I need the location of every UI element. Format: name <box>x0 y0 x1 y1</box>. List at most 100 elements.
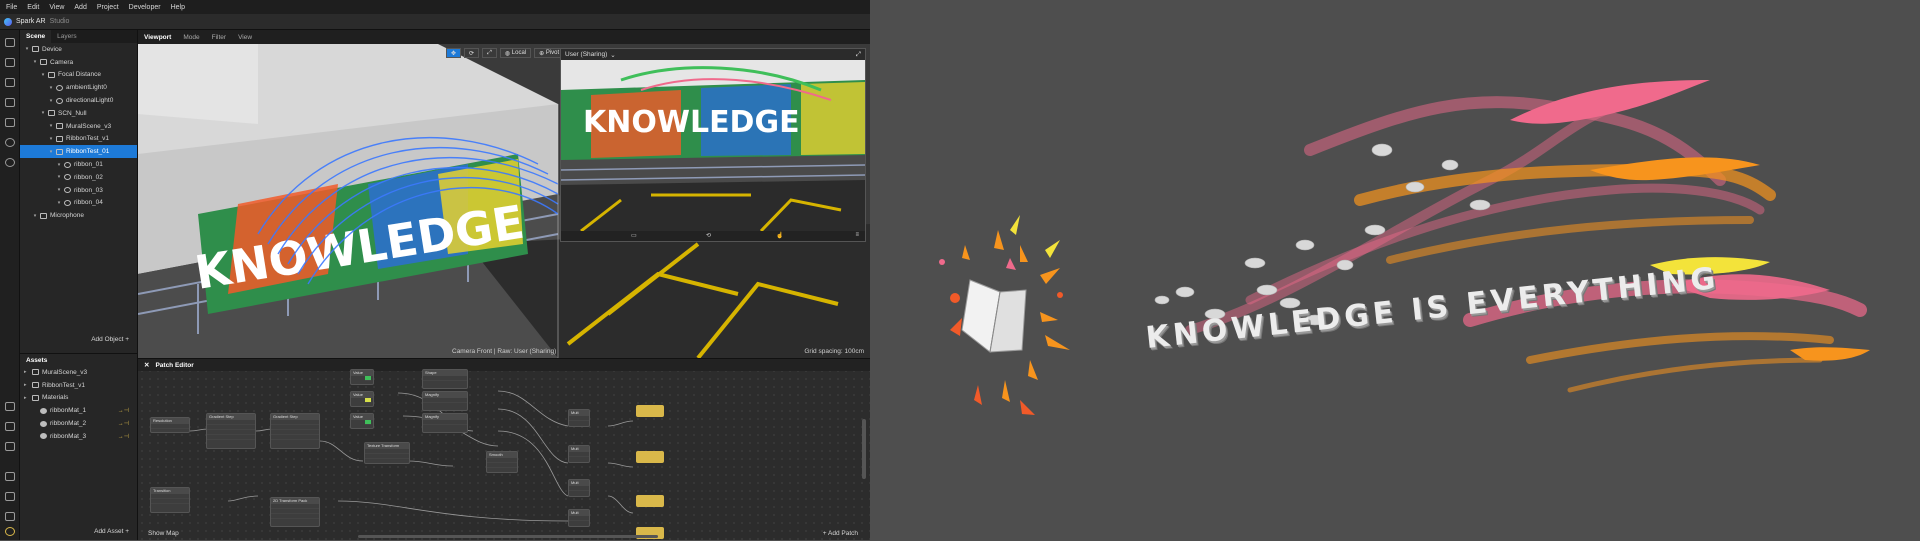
close-icon[interactable]: ✕ <box>144 361 149 369</box>
chevron-down-icon[interactable]: ▾ <box>48 85 54 91</box>
message-icon[interactable] <box>5 512 15 521</box>
chevron-down-icon[interactable]: ▾ <box>32 213 38 219</box>
patch-node[interactable]: Shape <box>422 369 468 389</box>
chevron-down-icon[interactable]: ▾ <box>48 98 54 104</box>
patch-node[interactable]: Texture Transform <box>364 442 410 464</box>
chevron-down-icon[interactable]: ▾ <box>56 200 62 206</box>
scene-tree-item[interactable]: ▾ RibbonTest_v1 <box>20 133 137 146</box>
scene-tree-item[interactable]: ▾ ribbon_04 <box>20 197 137 210</box>
tab-viewport[interactable]: Viewport <box>144 34 171 41</box>
chevron-down-icon[interactable]: ▾ <box>48 136 54 142</box>
patch-node[interactable]: Magnify <box>422 413 468 433</box>
scene-tree-item[interactable]: ▾ ribbon_03 <box>20 184 137 197</box>
tab-layers[interactable]: Layers <box>51 30 83 43</box>
scene-tree-item[interactable]: ▾ ambientLight0 <box>20 81 137 94</box>
move-tool-icon[interactable]: ✥ <box>446 48 462 58</box>
export-icon[interactable] <box>5 442 15 451</box>
local-toggle[interactable]: ◍ Local <box>499 48 532 58</box>
simulator-preview[interactable]: User (Sharing) ⌄ ⤢ KNOWLEDGE ▭ ⟲ ☝ ≡ <box>560 48 866 242</box>
scene-tree-item[interactable]: ▾ Camera <box>20 56 137 69</box>
asset-item[interactable]: ▸ MuralScene_v3 <box>20 366 137 379</box>
expand-icon[interactable]: ⤢ <box>856 51 861 59</box>
patch-node[interactable]: Transition <box>150 487 190 513</box>
chevron-down-icon[interactable]: ⌄ <box>610 51 615 59</box>
material-output-node[interactable] <box>636 495 664 507</box>
tab-mode[interactable]: Mode <box>183 34 199 41</box>
pause-icon[interactable] <box>5 98 15 107</box>
tab-filter[interactable]: Filter <box>212 34 226 41</box>
menu-add[interactable]: Add <box>74 4 86 11</box>
scene-tree-item[interactable]: ▾ RibbonTest_01 <box>20 145 137 159</box>
chevron-down-icon[interactable]: ▾ <box>40 72 46 78</box>
tab-scene[interactable]: Scene <box>20 30 52 43</box>
link-icon[interactable]: →⊣ <box>118 420 129 427</box>
patch-node[interactable]: Mult <box>568 409 590 427</box>
chevron-right-icon[interactable]: ▸ <box>24 395 30 401</box>
patch-node[interactable]: Mult <box>568 509 590 527</box>
add-object-button[interactable]: Add Object + <box>91 336 129 343</box>
link-icon[interactable]: →⊣ <box>118 407 129 414</box>
patch-node[interactable]: Gradient Step <box>206 413 256 449</box>
chevron-down-icon[interactable]: ▾ <box>48 149 54 155</box>
patch-node[interactable]: Gradient Step <box>270 413 320 449</box>
asset-item[interactable]: ribbonMat_1 →⊣ <box>20 404 137 417</box>
asset-item[interactable]: ▸ RibbonTest_v1 <box>20 379 137 392</box>
chevron-down-icon[interactable]: ▾ <box>32 59 38 65</box>
scene-tree-item[interactable]: ▾ ribbon_02 <box>20 171 137 184</box>
chevron-down-icon[interactable]: ▾ <box>56 174 62 180</box>
scene-tree-item[interactable]: ▾ MuralScene_v3 <box>20 120 137 133</box>
touch-icon[interactable]: ☝ <box>776 232 783 239</box>
patch-node[interactable]: Value <box>350 369 374 385</box>
refresh-icon[interactable] <box>5 138 15 147</box>
material-output-node[interactable] <box>636 405 664 417</box>
material-output-node[interactable] <box>636 451 664 463</box>
menu-help[interactable]: Help <box>171 4 185 11</box>
stop-icon[interactable] <box>5 118 15 127</box>
scene-tree-item[interactable]: ▾ Microphone <box>20 209 137 222</box>
upload-icon[interactable] <box>5 402 15 411</box>
patch-node[interactable]: Resolution <box>150 417 190 433</box>
document-icon[interactable] <box>5 472 15 481</box>
scene-tree-item[interactable]: ▾ ribbon_01 <box>20 158 137 171</box>
search-icon[interactable] <box>5 158 15 167</box>
patch-node[interactable]: 2D Transform Pack <box>270 497 320 527</box>
show-map-button[interactable]: Show Map <box>148 530 179 537</box>
patch-node[interactable]: Mult <box>568 479 590 497</box>
scale-tool-icon[interactable]: ⤢ <box>482 48 497 58</box>
patch-node[interactable]: Mult <box>568 445 590 463</box>
patch-node[interactable]: Magnify <box>422 391 468 411</box>
login-icon[interactable] <box>5 422 15 431</box>
chevron-down-icon[interactable]: ▾ <box>40 110 46 116</box>
menu-file[interactable]: File <box>6 4 17 11</box>
asset-item[interactable]: ribbonMat_3 →⊣ <box>20 430 137 443</box>
video-icon[interactable]: ▭ <box>631 232 637 239</box>
patch-node[interactable]: Value <box>350 391 374 407</box>
add-asset-button[interactable]: Add Asset + <box>94 528 129 535</box>
chevron-right-icon[interactable]: ▸ <box>24 369 30 375</box>
patch-scrollbar[interactable] <box>862 419 866 479</box>
asset-item[interactable]: ▸ Materials <box>20 392 137 405</box>
scene-tree-item[interactable]: ▾ Focal Distance <box>20 69 137 82</box>
video-icon[interactable] <box>5 58 15 67</box>
scene-tree-item[interactable]: ▾ directionalLight0 <box>20 94 137 107</box>
link-icon[interactable]: →⊣ <box>118 433 129 440</box>
asset-item[interactable]: ribbonMat_2 →⊣ <box>20 417 137 430</box>
menu-edit[interactable]: Edit <box>27 4 39 11</box>
menu-icon[interactable]: ≡ <box>855 232 859 238</box>
tab-view[interactable]: View <box>238 34 252 41</box>
patch-horizontal-scrollbar[interactable] <box>358 535 658 538</box>
scene-tree-item[interactable]: ▾ SCN_Null <box>20 107 137 120</box>
list-icon[interactable] <box>5 492 15 501</box>
layout-icon[interactable] <box>5 38 15 47</box>
menu-project[interactable]: Project <box>97 4 119 11</box>
chevron-down-icon[interactable]: ▾ <box>48 123 54 129</box>
patch-node[interactable]: Value <box>350 413 374 429</box>
record-icon[interactable] <box>5 78 15 87</box>
chevron-down-icon[interactable]: ▾ <box>56 162 62 168</box>
chevron-down-icon[interactable]: ▾ <box>56 187 62 193</box>
chevron-right-icon[interactable]: ▸ <box>24 382 30 388</box>
scene-tree-item[interactable]: ▾ Device <box>20 43 137 56</box>
settings-icon[interactable] <box>5 527 15 536</box>
chevron-down-icon[interactable]: ▾ <box>24 46 30 52</box>
add-patch-button[interactable]: + Add Patch <box>823 530 858 537</box>
